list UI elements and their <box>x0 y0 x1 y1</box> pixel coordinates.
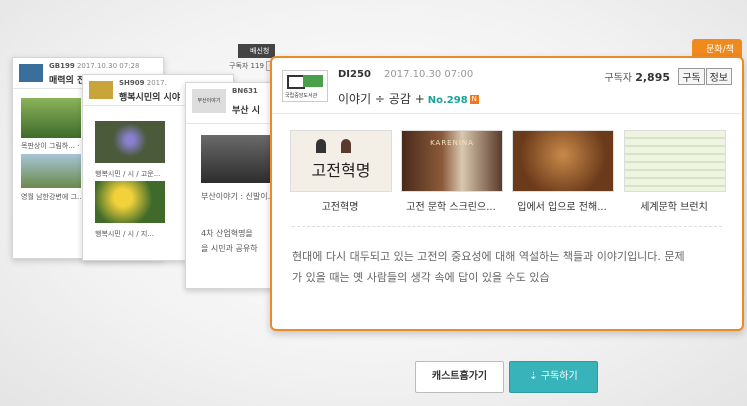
cast-home-button[interactable]: 캐스트홈가기 <box>415 361 504 393</box>
info-button[interactable]: 정보 <box>705 68 732 85</box>
thumbnail-caption: 부산이야기 : 신발이... <box>201 192 276 201</box>
cast-card-main[interactable]: 국립중앙도서관 DI250 2017.10.30 07:00 구독자 2,895… <box>270 56 744 331</box>
logo-text: 국립중앙도서관 <box>285 93 318 99</box>
item-title: 고전 문학 스크린으... <box>406 202 496 213</box>
book-cover[interactable]: 고전혁명 <box>290 130 392 192</box>
thumbnail-caption: 을 시민과 공유하 <box>201 244 258 253</box>
book-cover[interactable] <box>512 130 614 192</box>
cast-logo <box>19 64 43 82</box>
cast-description: 현대에 다시 대두되고 있는 고전의 중요성에 대해 역설하는 책들과 이야기입… <box>292 250 685 284</box>
cover-title: KARENINA <box>430 139 474 147</box>
thumbnail[interactable] <box>95 121 165 163</box>
category-tag: 배신청 <box>238 44 276 58</box>
cast-logo <box>89 81 113 99</box>
subscribe-button[interactable]: 구독 <box>678 68 705 85</box>
subscribe-button-main[interactable]: ⇣ 구독하기 <box>509 361 598 393</box>
card-title: 매력의 전 <box>49 76 86 86</box>
download-icon: ⇣ <box>529 371 538 382</box>
library-logo: 국립중앙도서관 <box>282 70 328 102</box>
book-cover[interactable]: KARENINA <box>401 130 503 192</box>
thumbnail[interactable] <box>21 154 81 188</box>
subscribe-label: 구독하기 <box>540 371 578 382</box>
book-cover[interactable] <box>624 130 726 192</box>
cover-title: 고전혁명 <box>311 161 371 180</box>
card-title: 행복시민의 시야 <box>119 93 181 103</box>
cast-id: DI250 <box>338 69 371 80</box>
thumbnail-caption: 4차 산업혁명을 <box>201 229 253 238</box>
thumbnail-caption: 영월 남한강변에 그... <box>21 193 84 201</box>
cast-title-text: 이야기 ÷ 공감 + <box>338 92 425 106</box>
cast-date: 2017.10.30 07:00 <box>384 69 474 80</box>
thumbnail[interactable] <box>95 181 165 223</box>
cast-title[interactable]: 이야기 ÷ 공감 + No.298 N <box>338 90 479 107</box>
thumbnail-caption: 행복시민 / 시 / 고운... <box>95 170 161 178</box>
logo-mark <box>303 75 323 87</box>
content-item[interactable]: 세계문학 브런치 <box>624 130 726 213</box>
card-title: 부산 시 <box>232 106 260 116</box>
divider <box>292 226 722 227</box>
card-meta: SH909 2017. <box>119 79 167 87</box>
subscriber-count: 2,895 <box>635 71 670 84</box>
cast-logo: 부산이야기 <box>192 89 226 113</box>
thumbnail[interactable] <box>21 98 81 138</box>
content-item[interactable]: 입에서 입으로 전해... <box>512 130 614 213</box>
thumbnail[interactable] <box>201 135 271 183</box>
card-meta: GB199 2017.10.30 07:28 <box>49 62 140 70</box>
item-title: 입에서 입으로 전해... <box>517 202 607 213</box>
content-item[interactable]: 고전혁명 고전혁명 <box>290 130 392 213</box>
content-item[interactable]: KARENINA 고전 문학 스크린으... <box>401 130 503 213</box>
subscriber-info: 구독자 2,895 구독 정보 <box>604 68 732 85</box>
new-badge: N <box>469 95 479 104</box>
thumbnail-caption: 행복시민 / 시 / 지... <box>95 230 154 238</box>
subscriber-label: 구독자 <box>604 73 633 84</box>
item-title: 세계문학 브런치 <box>640 202 708 213</box>
divider <box>272 113 742 114</box>
thumbnail-caption: 목판상이 그림하... · <box>21 142 80 150</box>
issue-number: No.298 <box>427 95 468 106</box>
item-title: 고전혁명 <box>321 202 359 213</box>
card-meta: BN631 <box>232 87 258 95</box>
